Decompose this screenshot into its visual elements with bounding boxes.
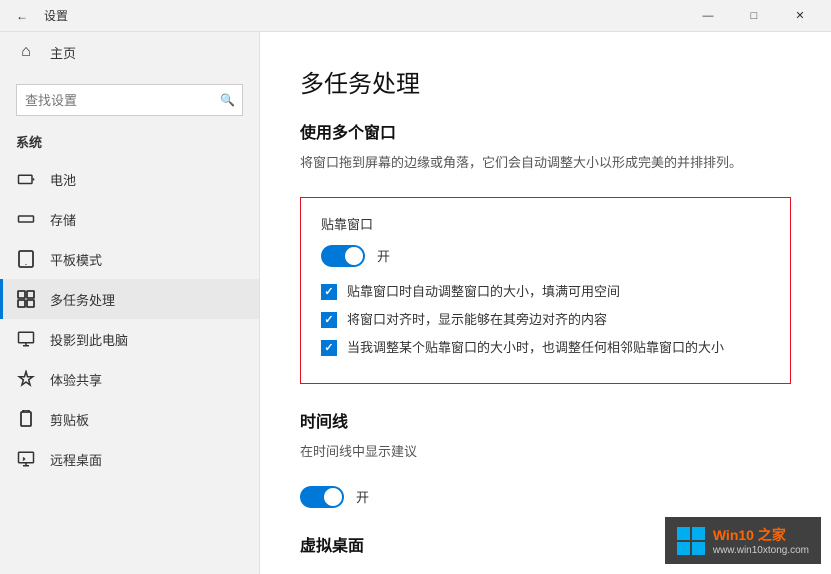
checkmark-1: ✓ [324, 285, 333, 298]
timeline-toggle-row: 开 [300, 486, 791, 508]
clipboard-icon [16, 409, 36, 429]
back-button[interactable]: ← [8, 2, 36, 30]
main-layout: ⌂ 主页 🔍 系统 电池 存储 [0, 32, 831, 574]
snap-toggle-row: 开 [321, 245, 770, 267]
snap-toggle-knob [345, 247, 363, 265]
snap-checkbox-input-1[interactable]: ✓ [321, 284, 337, 300]
search-input[interactable] [16, 84, 243, 116]
snap-checkbox-2: ✓ 将窗口对齐时，显示能够在其旁边对齐的内容 [321, 311, 770, 329]
sidebar: ⌂ 主页 🔍 系统 电池 存储 [0, 32, 260, 574]
sidebar-item-experience[interactable]: 体验共享 [0, 359, 259, 399]
timeline-toggle-label: 开 [356, 487, 369, 506]
minimize-button[interactable]: — [685, 0, 731, 32]
page-title: 多任务处理 [300, 64, 791, 99]
win-tile-4 [692, 542, 705, 555]
storage-icon [16, 209, 36, 229]
sidebar-item-battery-label: 电池 [50, 170, 76, 189]
sidebar-item-project[interactable]: 投影到此电脑 [0, 319, 259, 359]
snap-section: 贴靠窗口 开 ✓ 贴靠窗口时自动调整窗口的大小，填满可用空间 ✓ 将窗口对齐时，… [300, 197, 791, 385]
sidebar-item-multitask[interactable]: 多任务处理 [0, 279, 259, 319]
watermark-text-block: Win10 之家 www.win10xtong.com [713, 525, 809, 556]
home-icon: ⌂ [16, 42, 36, 62]
sidebar-item-battery[interactable]: 电池 [0, 159, 259, 199]
tablet-icon [16, 249, 36, 269]
titlebar: ← 设置 — □ ✕ [0, 0, 831, 32]
snap-label: 贴靠窗口 [321, 214, 770, 233]
snap-checkbox-label-3: 当我调整某个贴靠窗口的大小时，也调整任何相邻贴靠窗口的大小 [347, 339, 724, 357]
subtitle-timeline: 时间线 [300, 408, 791, 432]
sidebar-item-storage-label: 存储 [50, 210, 76, 229]
watermark: Win10 之家 www.win10xtong.com [665, 517, 821, 564]
snap-checkbox-3: ✓ 当我调整某个贴靠窗口的大小时，也调整任何相邻贴靠窗口的大小 [321, 339, 770, 357]
sidebar-item-remote[interactable]: 远程桌面 [0, 439, 259, 479]
sidebar-item-experience-label: 体验共享 [50, 370, 102, 389]
close-button[interactable]: ✕ [777, 0, 823, 32]
checkmark-3: ✓ [324, 341, 333, 354]
win-tile-3 [677, 542, 690, 555]
checkmark-2: ✓ [324, 313, 333, 326]
subtitle-multiwindow: 使用多个窗口 [300, 119, 791, 143]
sidebar-item-multitask-label: 多任务处理 [50, 290, 115, 309]
snap-checkbox-input-2[interactable]: ✓ [321, 312, 337, 328]
restore-button[interactable]: □ [731, 0, 777, 32]
battery-icon [16, 169, 36, 189]
windows-logo [677, 527, 705, 555]
timeline-toggle[interactable] [300, 486, 344, 508]
sidebar-search: 🔍 [16, 84, 243, 116]
sidebar-item-clipboard[interactable]: 剪贴板 [0, 399, 259, 439]
titlebar-controls: — □ ✕ [685, 0, 823, 32]
remote-icon [16, 449, 36, 469]
watermark-brand-suffix: 之家 [758, 527, 786, 543]
sidebar-item-tablet-label: 平板模式 [50, 250, 102, 269]
sidebar-item-tablet[interactable]: 平板模式 [0, 239, 259, 279]
timeline-section: 时间线 在时间线中显示建议 开 [300, 408, 791, 508]
desc-timeline: 在时间线中显示建议 [300, 442, 791, 462]
timeline-toggle-knob [324, 488, 342, 506]
experience-icon [16, 369, 36, 389]
snap-checkbox-1: ✓ 贴靠窗口时自动调整窗口的大小，填满可用空间 [321, 283, 770, 301]
desc-multiwindow: 将窗口拖到屏幕的边缘或角落，它们会自动调整大小以形成完美的并排排列。 [300, 153, 791, 173]
snap-toggle-label: 开 [377, 246, 390, 265]
project-icon [16, 329, 36, 349]
multitask-icon [16, 289, 36, 309]
watermark-brand: Win10 之家 [713, 527, 786, 543]
watermark-url: www.win10xtong.com [713, 545, 809, 556]
sidebar-section-title: 系统 [0, 128, 259, 159]
content-area: 多任务处理 使用多个窗口 将窗口拖到屏幕的边缘或角落，它们会自动调整大小以形成完… [260, 32, 831, 574]
snap-toggle[interactable] [321, 245, 365, 267]
sidebar-item-home[interactable]: ⌂ 主页 [0, 32, 259, 72]
snap-checkbox-label-1: 贴靠窗口时自动调整窗口的大小，填满可用空间 [347, 283, 620, 301]
watermark-brand-main: Win10 [713, 527, 754, 543]
win-tile-2 [692, 527, 705, 540]
sidebar-item-project-label: 投影到此电脑 [50, 330, 128, 349]
sidebar-home-label: 主页 [50, 43, 76, 62]
search-icon: 🔍 [220, 93, 235, 107]
sidebar-item-storage[interactable]: 存储 [0, 199, 259, 239]
snap-checkbox-input-3[interactable]: ✓ [321, 340, 337, 356]
sidebar-item-remote-label: 远程桌面 [50, 450, 102, 469]
titlebar-left: ← 设置 [8, 2, 685, 30]
snap-checkbox-label-2: 将窗口对齐时，显示能够在其旁边对齐的内容 [347, 311, 607, 329]
titlebar-title: 设置 [44, 7, 68, 24]
win-tile-1 [677, 527, 690, 540]
sidebar-item-clipboard-label: 剪贴板 [50, 410, 89, 429]
